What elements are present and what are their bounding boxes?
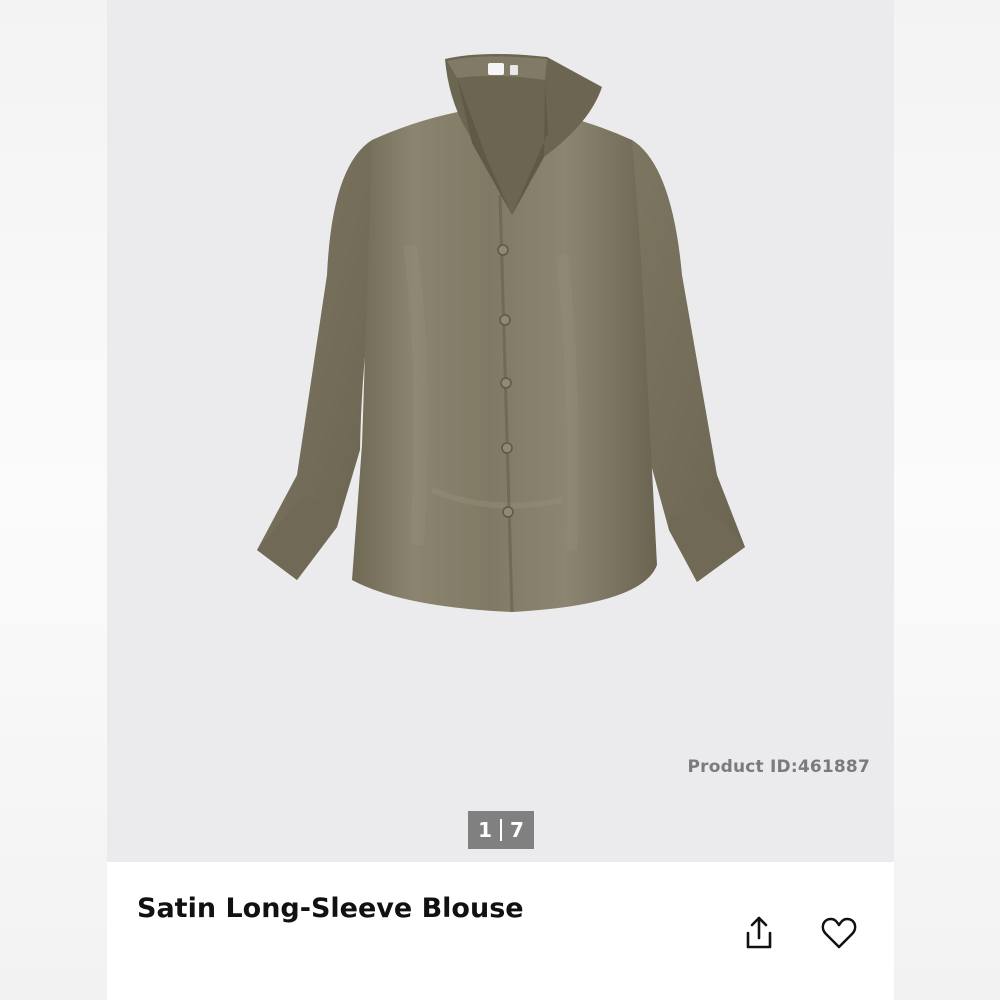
right-margin — [894, 0, 1000, 1000]
product-image — [257, 53, 745, 613]
favorite-button[interactable] — [819, 913, 859, 953]
current-image-number: 1 — [478, 818, 492, 842]
pagination-divider — [500, 819, 502, 841]
share-button[interactable] — [739, 913, 779, 953]
product-title: Satin Long-Sleeve Blouse — [137, 893, 524, 924]
screenshot-frame: Product ID:461887 1 7 Satin Long-Sleeve … — [0, 0, 1000, 1000]
product-detail-screen: Product ID:461887 1 7 Satin Long-Sleeve … — [107, 0, 894, 1000]
image-pagination: 1 7 — [468, 811, 534, 849]
product-image-carousel[interactable]: Product ID:461887 1 7 — [107, 0, 894, 862]
heart-icon — [821, 917, 857, 949]
total-image-count: 7 — [510, 818, 524, 842]
left-margin — [0, 0, 107, 1000]
share-icon — [746, 916, 772, 949]
product-id-label: Product ID:461887 — [687, 757, 870, 777]
